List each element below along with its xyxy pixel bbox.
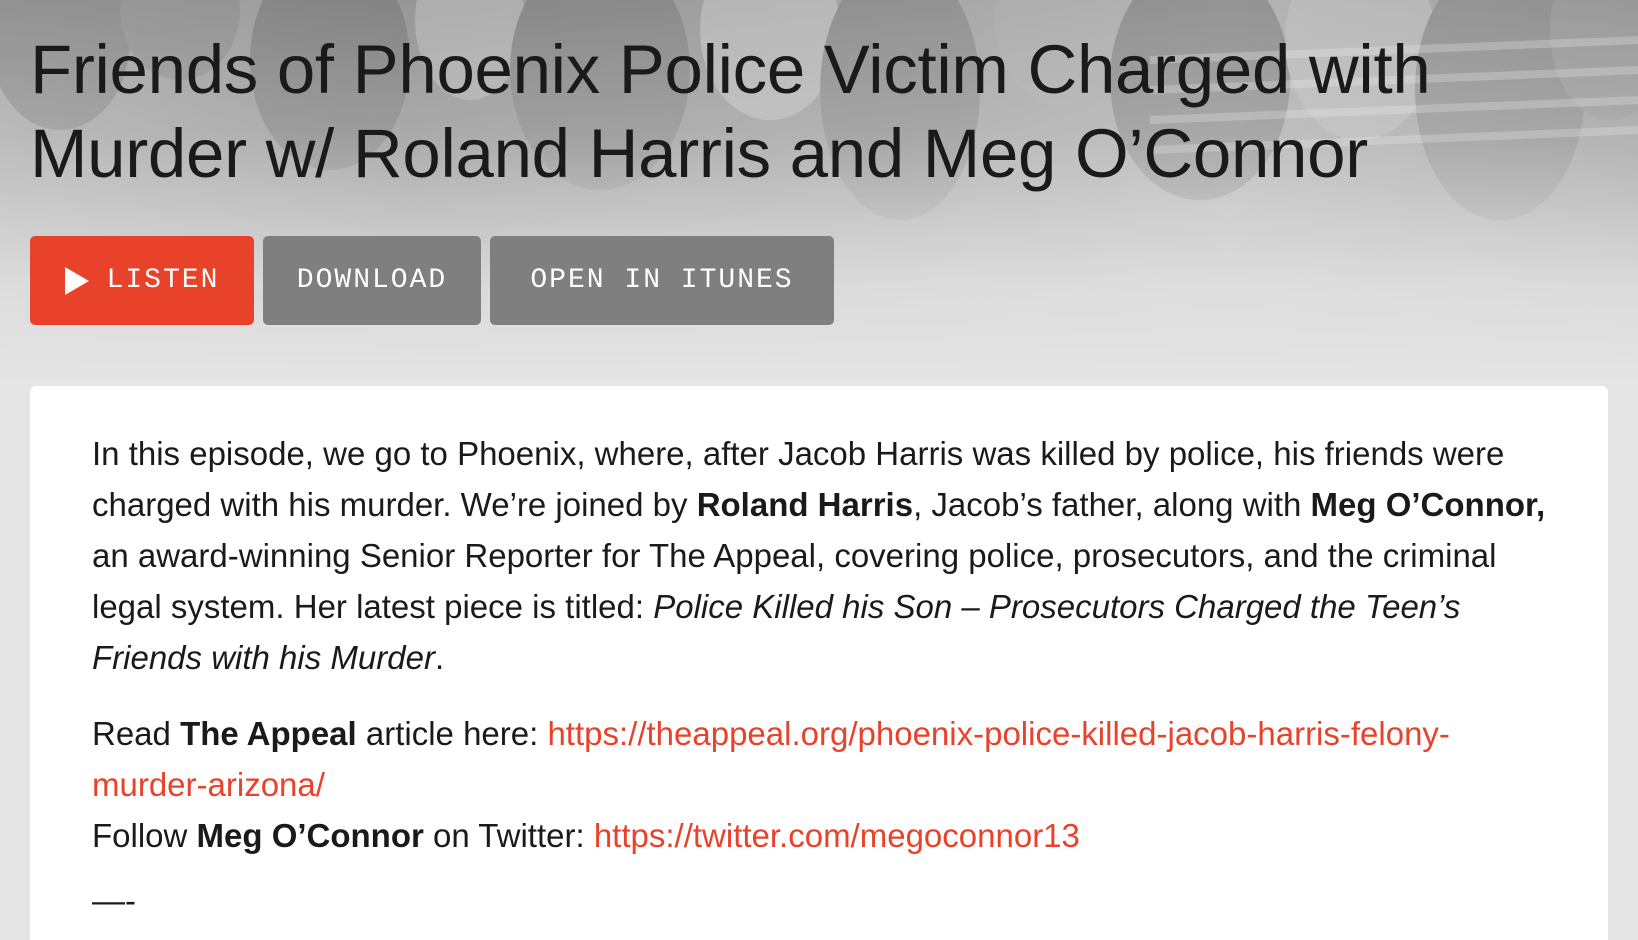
read-prefix: Read <box>92 715 181 752</box>
open-in-itunes-button-label: OPEN IN ITUNES <box>530 265 794 296</box>
follow-prefix: Follow <box>92 817 197 854</box>
description-text: , Jacob’s father, along with <box>913 486 1311 523</box>
description-text: . <box>434 639 445 676</box>
description-paragraph: In this episode, we go to Phoenix, where… <box>92 428 1552 683</box>
links-paragraph: Read The Appeal article here: https://th… <box>92 708 1552 861</box>
twitter-link[interactable]: https://twitter.com/megoconnor13 <box>594 817 1080 854</box>
guest-name: Meg O’Connor, <box>1310 486 1546 523</box>
outlet-name: The Appeal <box>180 715 357 752</box>
follow-name: Meg O’Connor <box>196 817 424 854</box>
episode-page: Friends of Phoenix Police Victim Charged… <box>0 0 1638 940</box>
read-suffix: article here: <box>356 715 548 752</box>
open-in-itunes-button[interactable]: OPEN IN ITUNES <box>490 236 834 325</box>
episode-description: In this episode, we go to Phoenix, where… <box>92 428 1552 926</box>
episode-header: Friends of Phoenix Police Victim Charged… <box>30 28 1620 196</box>
download-button[interactable]: DOWNLOAD <box>263 236 481 325</box>
listen-button[interactable]: LISTEN <box>30 236 254 325</box>
episode-actions: LISTEN DOWNLOAD OPEN IN ITUNES <box>30 236 834 325</box>
guest-name: Roland Harris <box>696 486 914 523</box>
divider-text: —- <box>92 882 136 919</box>
episode-description-card: In this episode, we go to Phoenix, where… <box>30 386 1608 940</box>
follow-suffix: on Twitter: <box>423 817 594 854</box>
episode-title: Friends of Phoenix Police Victim Charged… <box>30 31 1431 192</box>
play-icon <box>64 266 89 295</box>
listen-button-label: LISTEN <box>106 265 220 296</box>
download-button-label: DOWNLOAD <box>296 265 448 296</box>
